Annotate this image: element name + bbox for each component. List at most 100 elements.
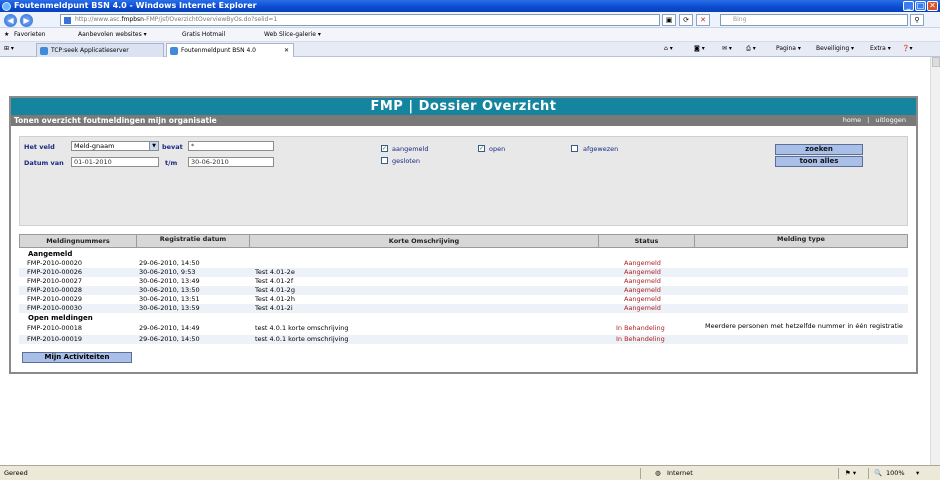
page-subtitle-bar: Tonen overzicht foutmeldingen mijn organ… <box>11 115 916 126</box>
chevron-down-icon: ▼ <box>149 142 158 150</box>
search-button[interactable]: zoeken <box>775 144 863 155</box>
favorites-button[interactable]: Favorieten <box>14 28 45 42</box>
status-bar: Gereed ◍ Internet ⚑ ▾ 🔍 100% ▾ <box>0 465 940 480</box>
cmd-extra[interactable]: Extra ▾ <box>870 42 891 56</box>
cell-status: Aangemeld <box>624 295 661 303</box>
date-to-label: t/m <box>165 159 178 167</box>
feeds-icon[interactable]: ◙ ▾ <box>694 42 705 56</box>
date-to-input[interactable]: 30-06-2010 <box>188 157 274 167</box>
group-heading-open: Open meldingen <box>28 314 93 322</box>
vertical-scrollbar[interactable] <box>930 57 940 465</box>
cell-desc: Test 4.01-2g <box>255 286 295 294</box>
zone-text: Internet <box>667 469 693 477</box>
page-subtitle: Tonen overzicht foutmeldingen mijn organ… <box>14 116 217 125</box>
refresh-icon[interactable]: ⟳ <box>679 14 693 26</box>
cell-status: In Behandeling <box>616 324 665 332</box>
compatibility-icon[interactable]: ▣ <box>662 14 676 26</box>
table-row[interactable]: FMP-2010-00019 29-06-2010, 14:50 test 4.… <box>19 335 908 344</box>
print-icon[interactable]: ⎙ ▾ <box>746 42 756 56</box>
cell-id: FMP-2010-00018 <box>27 324 83 332</box>
checkbox-open[interactable]: ✓ <box>478 145 485 152</box>
my-activities-button[interactable]: Mijn Activiteiten <box>22 352 132 363</box>
date-from-input[interactable]: 01-01-2010 <box>71 157 159 167</box>
cmd-pagina[interactable]: Pagina ▾ <box>776 42 801 56</box>
cell-id: FMP-2010-00030 <box>27 304 83 312</box>
search-icon[interactable]: ⚲ <box>910 14 924 26</box>
home-link[interactable]: home <box>837 116 867 124</box>
cmd-beveiliging[interactable]: Beveiliging ▾ <box>816 42 854 56</box>
zoom-icon[interactable]: 🔍 <box>874 466 882 480</box>
cell-date: 30-06-2010, 13:50 <box>139 286 200 294</box>
tab-close-icon[interactable]: ✕ <box>284 44 289 58</box>
protected-mode-icon[interactable]: ⚑ ▾ <box>845 466 856 480</box>
cell-desc: test 4.0.1 korte omschrijving <box>255 324 349 332</box>
cell-date: 30-06-2010, 13:51 <box>139 295 200 303</box>
stop-icon[interactable]: ✕ <box>696 14 710 26</box>
address-input[interactable]: http://www.asc.fmpbsn-FMP/jsf/OverzichtO… <box>60 14 660 26</box>
cell-desc: Test 4.01-2f <box>255 277 294 285</box>
header-registratie-datum: Registratie datum <box>137 235 250 247</box>
home-icon[interactable]: ⌂ ▾ <box>664 42 673 56</box>
checkbox-gesloten[interactable] <box>381 157 388 164</box>
cell-status: Aangemeld <box>624 268 661 276</box>
back-button[interactable]: ◀ <box>4 14 17 27</box>
field-select[interactable]: Meld-gnaam ▼ <box>71 141 159 151</box>
status-divider <box>868 468 869 479</box>
table-row[interactable]: FMP-2010-00018 29-06-2010, 14:49 test 4.… <box>19 323 908 335</box>
field-select-value: Meld-gnaam <box>74 142 115 150</box>
cell-status: Aangemeld <box>624 277 661 285</box>
checkbox-gesloten-label: gesloten <box>392 157 420 165</box>
cell-status: Aangemeld <box>624 259 661 267</box>
search-input[interactable]: Bing <box>720 14 908 26</box>
checkbox-aangemeld[interactable]: ✓ <box>381 145 388 152</box>
table-row[interactable]: FMP-2010-00029 30-06-2010, 13:51 Test 4.… <box>19 295 908 304</box>
cell-status: Aangemeld <box>624 304 661 312</box>
table-row[interactable]: FMP-2010-00026 30-06-2010, 9:53 Test 4.0… <box>19 268 908 277</box>
favorite-item-2[interactable]: Web Slice-galerie ▾ <box>264 28 321 42</box>
help-icon[interactable]: ❓▾ <box>902 42 912 56</box>
mail-icon[interactable]: ✉ ▾ <box>722 42 732 56</box>
globe-icon: ◍ <box>655 469 661 477</box>
table-row[interactable]: FMP-2010-00020 29-06-2010, 14:50 Aangeme… <box>19 259 908 268</box>
favorites-star-icon: ★ <box>4 31 10 38</box>
cell-id: FMP-2010-00027 <box>27 277 83 285</box>
tab-bar: ⊞ ▾ TCP:seek Applicatieserver Foutenmeld… <box>0 42 940 57</box>
logout-link[interactable]: uitloggen <box>869 116 912 124</box>
header-status: Status <box>599 235 695 247</box>
app-panel: FMP | Dossier Overzicht Tonen overzicht … <box>9 96 918 374</box>
contains-input[interactable]: * <box>188 141 274 151</box>
tab-foutenmeldpunt[interactable]: Foutenmeldpunt BSN 4.0 ✕ <box>166 43 294 57</box>
table-row[interactable]: FMP-2010-00027 30-06-2010, 13:49 Test 4.… <box>19 277 908 286</box>
favorite-item-0[interactable]: Aanbevolen websites ▾ <box>78 28 147 42</box>
cell-desc: Test 4.01-2h <box>255 295 295 303</box>
favorite-item-1[interactable]: Gratis Hotmail <box>182 28 225 42</box>
header-links: home | uitloggen <box>837 115 912 126</box>
table-row[interactable]: FMP-2010-00030 30-06-2010, 13:59 Test 4.… <box>19 304 908 313</box>
show-all-button[interactable]: toon alles <box>775 156 863 167</box>
cell-desc: Test 4.01-2e <box>255 268 295 276</box>
quick-tabs-icon[interactable]: ⊞ ▾ <box>4 42 14 56</box>
close-button[interactable]: ✕ <box>927 1 938 11</box>
tab-page-icon <box>40 47 48 55</box>
forward-button[interactable]: ▶ <box>20 14 33 27</box>
checkbox-afgewezen-label: afgewezen <box>583 145 619 153</box>
maximize-button[interactable]: □ <box>915 1 926 11</box>
zoom-level[interactable]: 100% <box>886 466 905 480</box>
checkbox-open-label: open <box>489 145 506 153</box>
status-divider <box>838 468 839 479</box>
date-from-label: Datum van <box>24 159 64 167</box>
tab-page-icon <box>170 47 178 55</box>
tab-tcpseek[interactable]: TCP:seek Applicatieserver <box>36 43 164 57</box>
address-bar-row: ◀ ▶ http://www.asc.fmpbsn-FMP/jsf/Overzi… <box>0 12 940 28</box>
header-meldingnummers: Meldingnummers <box>20 235 137 247</box>
zoom-chevron-down-icon[interactable]: ▾ <box>916 466 919 480</box>
cell-id: FMP-2010-00029 <box>27 295 83 303</box>
page-content: FMP | Dossier Overzicht Tonen overzicht … <box>0 57 930 465</box>
cell-date: 30-06-2010, 13:59 <box>139 304 200 312</box>
checkbox-afgewezen[interactable] <box>571 145 578 152</box>
minimize-button[interactable]: _ <box>903 1 914 11</box>
table-row[interactable]: FMP-2010-00028 30-06-2010, 13:50 Test 4.… <box>19 286 908 295</box>
scroll-up-arrow[interactable] <box>932 57 940 67</box>
table-header: Meldingnummers Registratie datum Korte O… <box>19 234 908 248</box>
cell-type: Meerdere personen met hetzelfde nummer i… <box>705 322 903 330</box>
